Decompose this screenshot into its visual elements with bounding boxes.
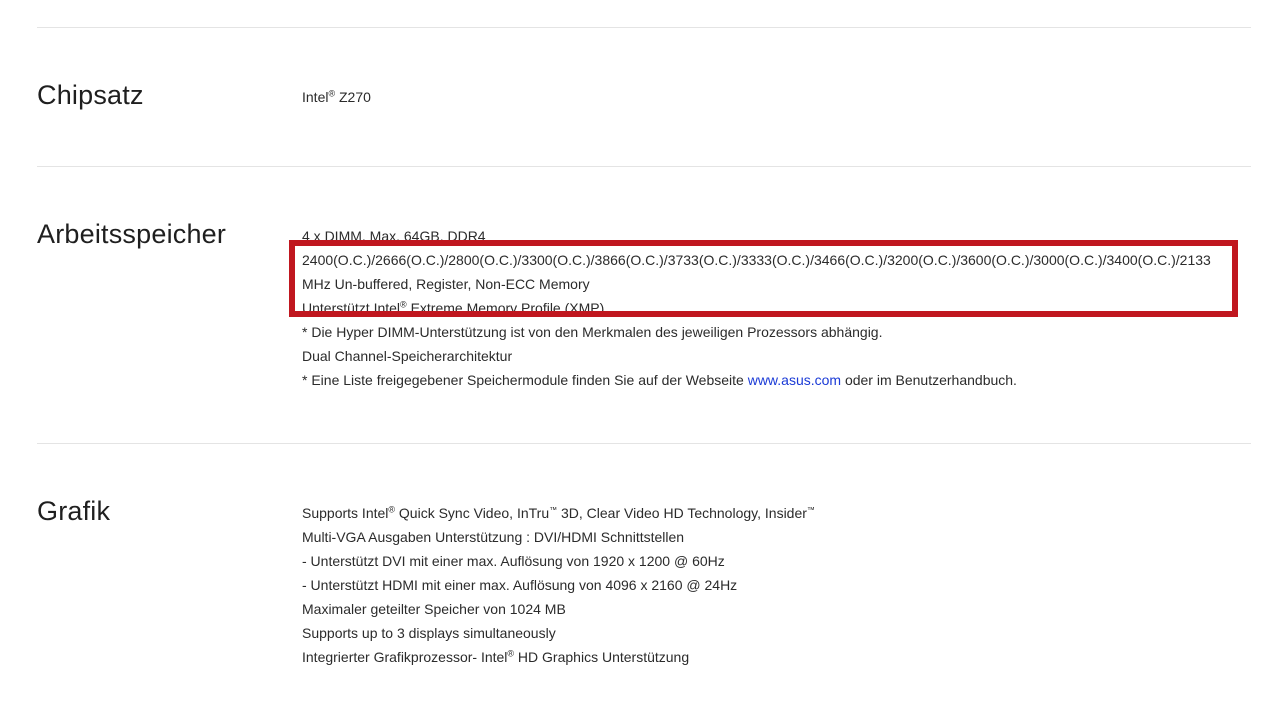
graphics-dvi-line: - Unterstützt DVI mit einer max. Auflösu…	[302, 553, 725, 569]
memory-title: Arbeitsspeicher	[37, 219, 227, 249]
graphics-hdmi-line: - Unterstützt HDMI mit einer max. Auflös…	[302, 577, 738, 593]
xmp-suffix: Extreme Memory Profile (XMP)	[406, 300, 605, 316]
memory-body: 4 x DIMM, Max. 64GB, DDR4 2400(O.C.)/266…	[302, 224, 1237, 392]
graphics-body: Supports Intel® Quick Sync Video, InTru™…	[302, 501, 1237, 669]
graphics-features-b: Quick Sync Video, InTru	[395, 505, 550, 521]
chipset-value: Intel® Z270	[302, 85, 1237, 109]
graphics-igpu-line: Integrierter Grafikprozessor- Intel® HD …	[302, 645, 1237, 669]
chipset-vendor: Intel	[302, 89, 329, 105]
chipset-body: Intel® Z270	[302, 85, 1237, 109]
graphics-multi-vga-line: Multi-VGA Ausgaben Unterstützung : DVI/H…	[302, 529, 685, 545]
section-divider-memory	[37, 443, 1251, 444]
trademark-mark: ™	[549, 505, 558, 515]
memory-xmp-line: Unterstützt Intel® Extreme Memory Profil…	[302, 296, 1237, 320]
memory-hyper-dimm-note: * Die Hyper DIMM-Unterstützung ist von d…	[302, 324, 883, 340]
memory-dual-channel-line: Dual Channel-Speicherarchitektur	[302, 348, 513, 364]
memory-slots-line: 4 x DIMM, Max. 64GB, DDR4	[302, 228, 486, 240]
memory-qvl-note: * Eine Liste freigegebener Speichermodul…	[302, 368, 1237, 392]
graphics-shared-memory-line: Maximaler geteilter Speicher von 1024 MB	[302, 601, 566, 617]
graphics-displays-line: Supports up to 3 displays simultaneously	[302, 625, 556, 641]
chipset-title: Chipsatz	[37, 80, 144, 110]
xmp-prefix: Unterstützt Intel	[302, 300, 401, 316]
asus-website-link[interactable]: www.asus.com	[748, 372, 841, 388]
graphics-features-a: Supports Intel	[302, 505, 389, 521]
qvl-note-prefix: * Eine Liste freigegebener Speichermodul…	[302, 372, 748, 388]
section-divider-chipset	[37, 166, 1251, 167]
igpu-prefix: Integrierter Grafikprozessor- Intel	[302, 649, 508, 665]
registered-mark: ®	[400, 299, 407, 310]
graphics-title: Grafik	[37, 496, 111, 526]
graphics-features-c: 3D, Clear Video HD Technology, Insider	[557, 505, 807, 521]
graphics-features-line: Supports Intel® Quick Sync Video, InTru™…	[302, 501, 1237, 525]
chipset-model: Z270	[335, 89, 371, 105]
qvl-note-suffix: oder im Benutzerhandbuch.	[841, 372, 1017, 388]
igpu-suffix: HD Graphics Unterstützung	[514, 649, 690, 665]
section-divider-top	[37, 27, 1251, 28]
memory-speeds-line: 2400(O.C.)/2666(O.C.)/2800(O.C.)/3300(O.…	[302, 252, 1211, 268]
memory-type-line: MHz Un-buffered, Register, Non-ECC Memor…	[302, 276, 590, 292]
trademark-mark: ™	[806, 505, 815, 515]
